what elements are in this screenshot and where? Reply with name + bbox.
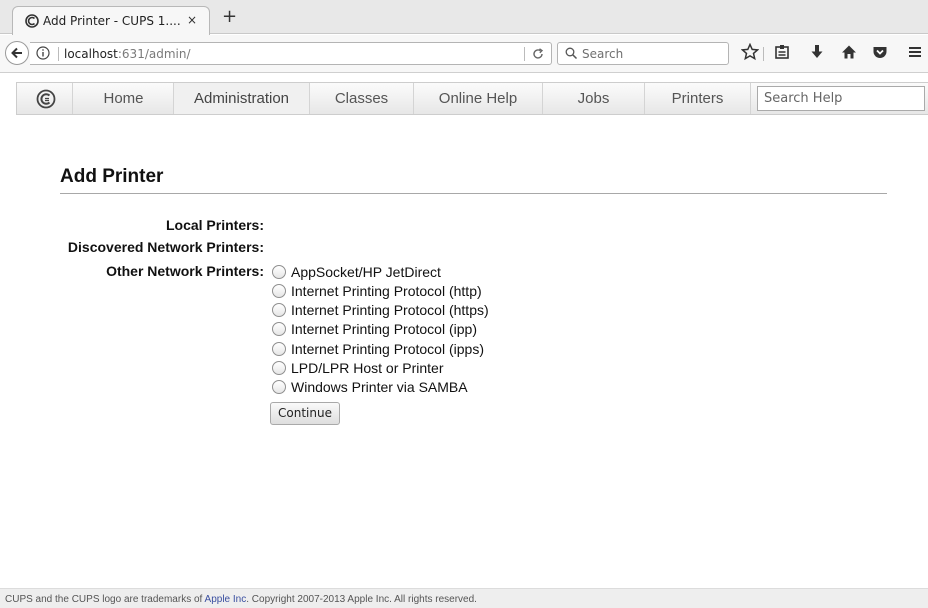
url-host: localhost bbox=[64, 47, 118, 61]
printer-option-label[interactable]: Internet Printing Protocol (ipp) bbox=[291, 320, 477, 338]
downloads-icon bbox=[811, 45, 823, 58]
url-separator bbox=[58, 47, 59, 61]
cups-logo-icon bbox=[36, 89, 56, 109]
url-bar[interactable]: localhost:631/admin/ bbox=[30, 42, 552, 65]
browser-tab[interactable]: Add Printer - CUPS 1.... × bbox=[12, 6, 210, 35]
url-text[interactable]: localhost:631/admin/ bbox=[64, 47, 191, 61]
radio-button[interactable] bbox=[272, 303, 286, 317]
footer-text-start: CUPS and the CUPS logo are trademarks of bbox=[5, 594, 205, 605]
discovered-network-printers-label: Discovered Network Printers: bbox=[67, 239, 264, 255]
bookmark-star-button[interactable] bbox=[739, 42, 761, 65]
browser-nav-bar: localhost:631/admin/ bbox=[0, 35, 928, 73]
toolbar-separator bbox=[763, 47, 764, 61]
printer-option-label[interactable]: AppSocket/HP JetDirect bbox=[291, 263, 441, 281]
search-icon bbox=[565, 47, 578, 60]
page-title: Add Printer bbox=[60, 166, 164, 187]
info-icon[interactable] bbox=[36, 46, 50, 60]
printer-option-label[interactable]: Internet Printing Protocol (https) bbox=[291, 301, 489, 319]
downloads-button[interactable] bbox=[806, 43, 828, 65]
menu-button[interactable] bbox=[904, 43, 926, 65]
reload-separator bbox=[524, 47, 525, 61]
footer: CUPS and the CUPS logo are trademarks of… bbox=[0, 588, 928, 608]
back-arrow-icon bbox=[11, 47, 22, 59]
radio-button[interactable] bbox=[272, 380, 286, 394]
search-help-input[interactable] bbox=[757, 86, 925, 111]
title-divider bbox=[60, 193, 887, 194]
reading-list-button[interactable] bbox=[771, 43, 793, 65]
home-icon bbox=[842, 45, 856, 59]
back-button[interactable] bbox=[5, 41, 29, 65]
tab-online-help[interactable]: Online Help bbox=[414, 83, 543, 114]
footer-text-end: . Copyright 2007-2013 Apple Inc. All rig… bbox=[246, 594, 477, 605]
radio-button[interactable] bbox=[272, 284, 286, 298]
new-tab-button[interactable]: + bbox=[222, 7, 237, 27]
continue-button[interactable]: Continue bbox=[270, 402, 340, 425]
pocket-button[interactable] bbox=[869, 43, 891, 65]
apple-inc-link[interactable]: Apple Inc bbox=[205, 594, 247, 605]
printer-option-label[interactable]: Internet Printing Protocol (ipps) bbox=[291, 340, 484, 358]
reload-icon[interactable] bbox=[531, 47, 545, 61]
tab-close-icon[interactable]: × bbox=[187, 13, 197, 27]
radio-button[interactable] bbox=[272, 342, 286, 356]
local-printers-label: Local Printers: bbox=[165, 217, 264, 233]
browser-search-input[interactable] bbox=[582, 45, 722, 63]
printer-option-label[interactable]: Internet Printing Protocol (http) bbox=[291, 282, 482, 300]
radio-button[interactable] bbox=[272, 322, 286, 336]
radio-button[interactable] bbox=[272, 265, 286, 279]
printer-option-label[interactable]: LPD/LPR Host or Printer bbox=[291, 359, 444, 377]
pocket-icon bbox=[873, 47, 887, 58]
browser-tab-title: Add Printer - CUPS 1.... bbox=[43, 14, 181, 28]
url-path: :631/admin/ bbox=[117, 47, 191, 61]
tab-home[interactable]: Home bbox=[74, 83, 174, 114]
cups-logo[interactable] bbox=[17, 83, 73, 114]
browser-search-bar[interactable] bbox=[557, 42, 729, 65]
tab-jobs[interactable]: Jobs bbox=[543, 83, 645, 114]
printer-option-label[interactable]: Windows Printer via SAMBA bbox=[291, 378, 468, 396]
tab-printers[interactable]: Printers bbox=[645, 83, 751, 114]
hamburger-menu-icon bbox=[909, 47, 921, 57]
radio-button[interactable] bbox=[272, 361, 286, 375]
browser-tab-strip: Add Printer - CUPS 1.... × + bbox=[0, 0, 928, 35]
cups-favicon-icon bbox=[25, 14, 39, 28]
tab-administration[interactable]: Administration bbox=[174, 83, 310, 114]
tab-classes[interactable]: Classes bbox=[310, 83, 414, 114]
cups-nav-bar: Home Administration Classes Online Help … bbox=[16, 82, 928, 115]
reading-list-icon bbox=[775, 45, 789, 59]
home-button[interactable] bbox=[838, 43, 860, 65]
other-network-printers-label: Other Network Printers: bbox=[106, 263, 264, 279]
bookmark-star-icon bbox=[740, 42, 760, 61]
